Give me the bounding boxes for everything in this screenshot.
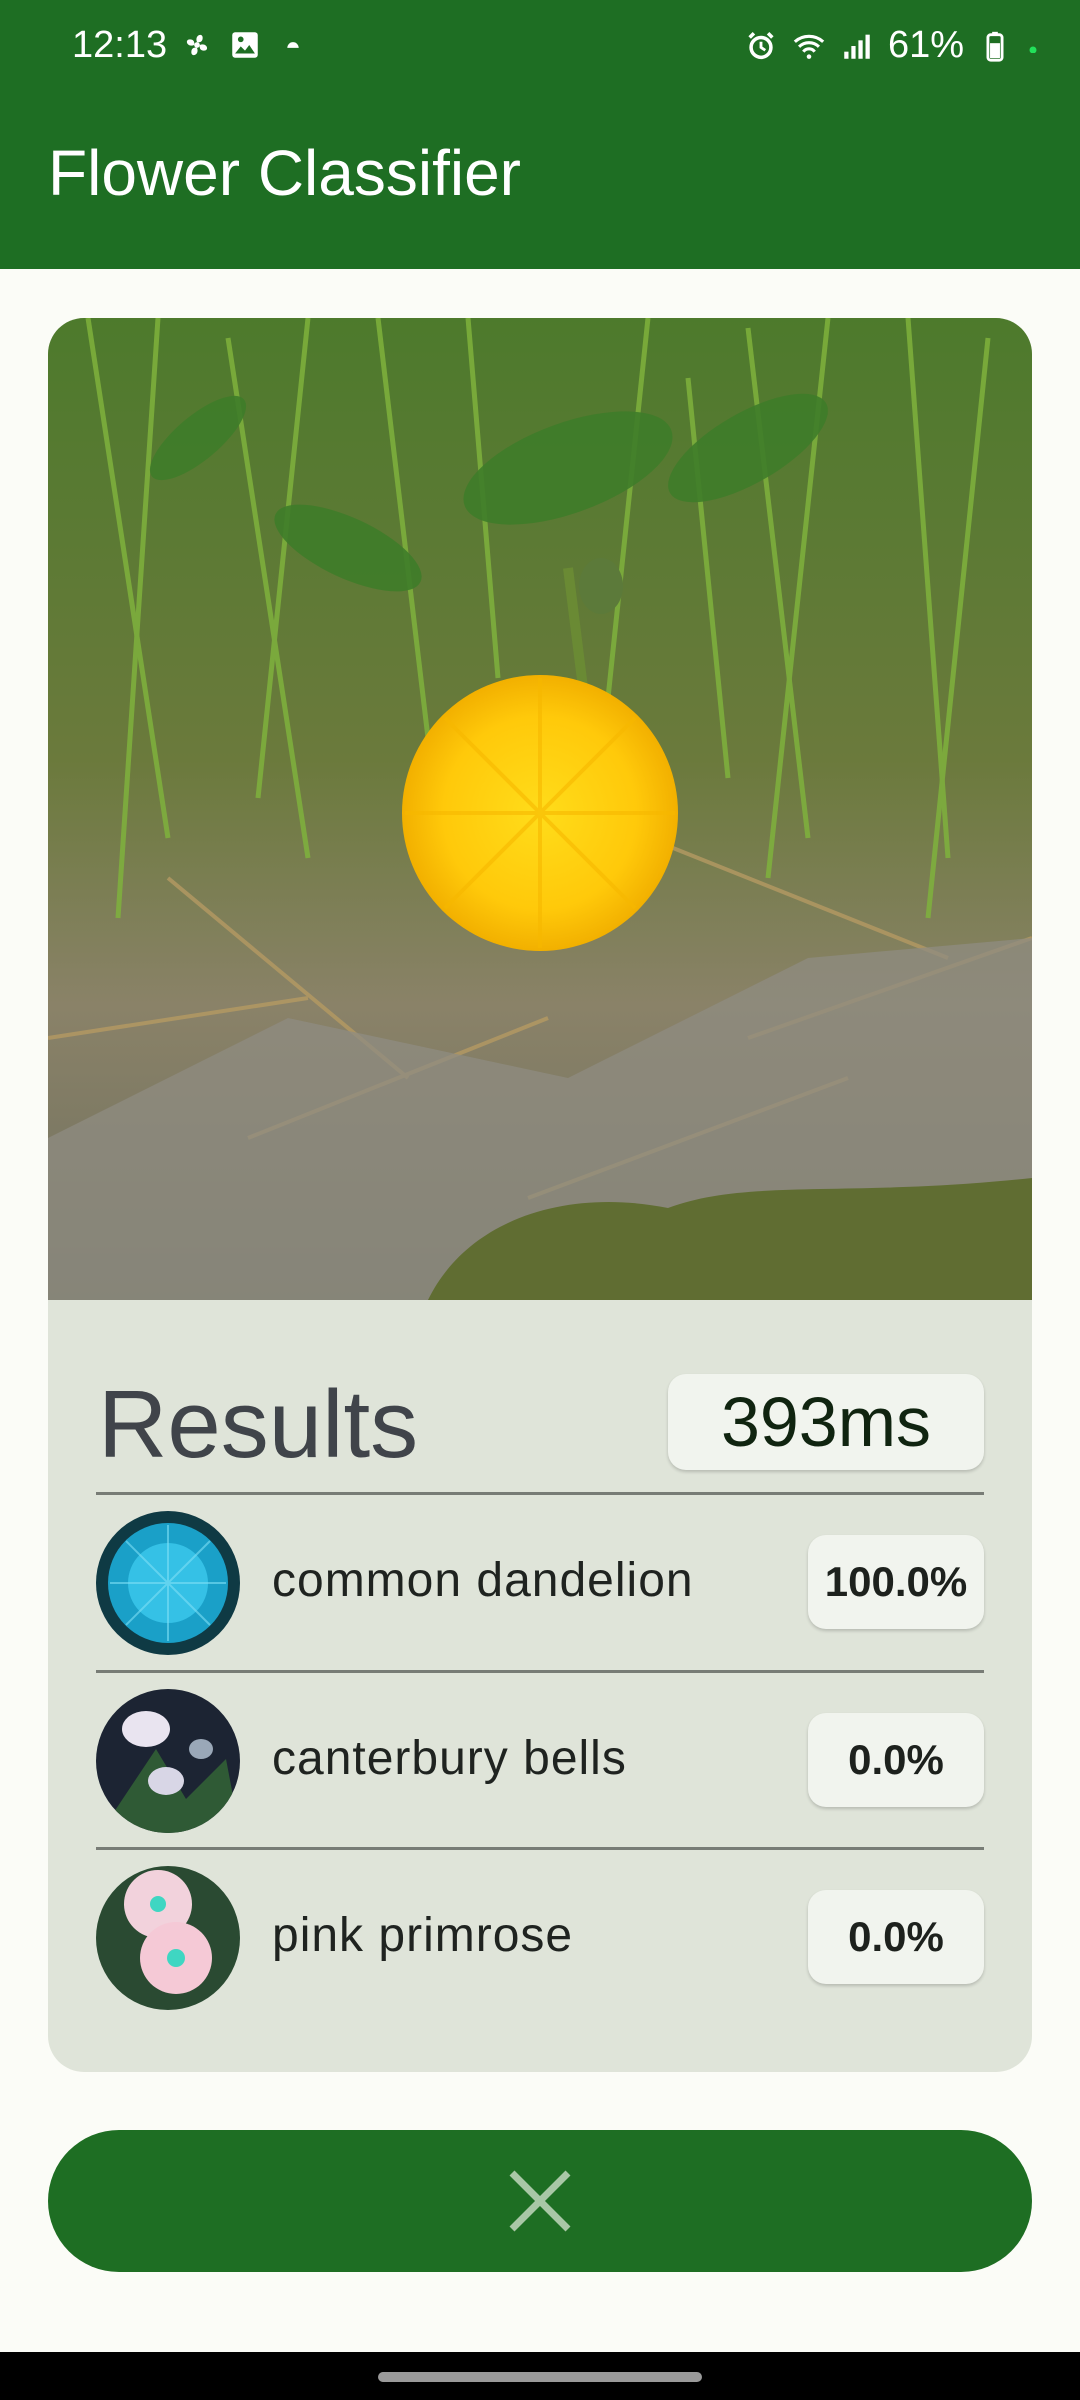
close-icon [509,2170,571,2232]
result-score-chip: 0.0% [808,1890,984,1984]
status-bar: 12:13 61% [0,0,1080,96]
result-row: common dandelion 100.0% [96,1495,984,1671]
pink-primrose-thumbnail [96,1866,240,2010]
alarm-icon [748,31,774,59]
signal-icon [844,34,870,59]
close-button[interactable] [48,2130,1032,2272]
privacy-dot-icon [1029,46,1037,53]
result-label: common dandelion [272,1554,694,1607]
app-bar: Flower Classifier [0,96,1080,269]
result-label: canterbury bells [272,1732,627,1785]
battery-percent: 61% [887,24,964,66]
results-heading: Results [98,1371,419,1478]
result-score-chip: 100.0% [808,1535,984,1629]
result-label: pink primrose [272,1909,574,1962]
inference-time-chip: 393ms [668,1374,984,1470]
fan-icon [186,34,208,56]
android-icon [287,42,299,48]
battery-icon [986,31,1004,62]
app-title: Flower Classifier [48,137,521,209]
home-handle[interactable] [378,2372,702,2382]
dandelion-thumbnail [96,1511,240,1655]
canterbury-bells-thumbnail [96,1689,240,1833]
result-score-chip: 0.0% [808,1713,984,1807]
wifi-icon [793,34,825,59]
result-row: canterbury bells 0.0% [96,1673,984,1849]
status-time: 12:13 [72,24,168,66]
result-card: Results 393ms common dandelion 100.0% ca… [48,318,1032,2072]
flower-photo [48,318,1032,1300]
result-row: pink primrose 0.0% [96,1850,984,2026]
gallery-icon [232,32,258,58]
